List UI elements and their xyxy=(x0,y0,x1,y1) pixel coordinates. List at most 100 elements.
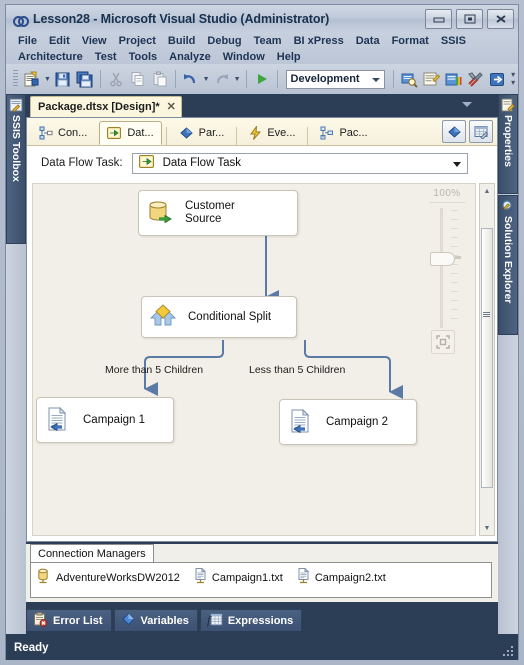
menu-bar: File Edit View Project Build Debug Team … xyxy=(6,32,518,64)
menu-item-architecture[interactable]: Architecture xyxy=(12,50,89,65)
menu-item-build[interactable]: Build xyxy=(162,34,202,49)
menu-item-ssis[interactable]: SSIS xyxy=(435,34,472,49)
zoom-slider-track[interactable] xyxy=(440,208,443,328)
start-debug-button[interactable] xyxy=(251,68,273,90)
tab-parameters[interactable]: Par... xyxy=(171,121,233,145)
save-all-button[interactable] xyxy=(74,68,96,90)
chevron-down-icon[interactable] xyxy=(462,102,472,107)
connection-managers-list[interactable]: AdventureWorksDW2012 Campaign1.txt Campa… xyxy=(30,562,492,598)
node-campaign-1[interactable]: Campaign 1 xyxy=(36,397,174,443)
undo-dropdown[interactable]: ▼ xyxy=(202,68,211,90)
variables-button[interactable] xyxy=(469,120,493,143)
properties-window-icon xyxy=(423,72,440,85)
redo-button[interactable] xyxy=(211,68,233,90)
parameters-button[interactable] xyxy=(442,120,466,143)
sidebar-item-ssis-toolbox[interactable]: SSIS Toolbox xyxy=(6,94,26,244)
menu-item-format[interactable]: Format xyxy=(386,34,435,49)
navigate-forward-button[interactable] xyxy=(486,68,508,90)
zoom-slider-thumb[interactable] xyxy=(430,252,455,266)
properties-icon xyxy=(501,98,515,112)
new-project-dropdown[interactable]: ▼ xyxy=(43,68,52,90)
tab-event-handlers[interactable]: Eve... xyxy=(241,121,303,145)
find-button[interactable] xyxy=(398,68,420,90)
chevron-down-icon[interactable] xyxy=(452,161,461,167)
list-item-campaign2-txt[interactable]: Campaign2.txt xyxy=(297,567,386,587)
toolbox-button[interactable] xyxy=(442,68,464,90)
save-icon xyxy=(55,72,70,86)
menu-item-team[interactable]: Team xyxy=(248,34,288,49)
minimize-button[interactable] xyxy=(425,9,452,29)
toolbar-overflow-button[interactable]: ▾ ▾ xyxy=(508,71,518,87)
tab-variables[interactable]: Variables xyxy=(113,609,198,631)
menu-item-tools[interactable]: Tools xyxy=(123,50,164,65)
data-flow-canvas[interactable]: Customer Source Conditional Split More t… xyxy=(32,183,476,536)
menu-row-2: Architecture Test Tools Analyze Window H… xyxy=(12,49,512,65)
tab-expressions[interactable]: f Expressions xyxy=(199,609,303,631)
paste-button[interactable] xyxy=(149,68,171,90)
toolbar-separator-5 xyxy=(393,70,395,88)
menu-item-project[interactable]: Project xyxy=(113,34,162,49)
tab-error-list[interactable]: Error List xyxy=(26,609,112,631)
close-button[interactable] xyxy=(487,9,514,29)
grid-pencil-icon xyxy=(474,125,488,139)
scrollbar-thumb[interactable] xyxy=(481,228,493,488)
scroll-up-icon[interactable]: ▲ xyxy=(480,184,494,198)
list-item-adventureworksdw2012[interactable]: AdventureWorksDW2012 xyxy=(37,568,180,587)
solution-explorer-icon xyxy=(502,200,515,213)
scroll-down-icon[interactable]: ▼ xyxy=(480,521,494,535)
new-project-button[interactable] xyxy=(21,68,43,90)
bottom-tool-tabs: Error List Variables f Expressions xyxy=(26,608,498,632)
properties-window-button[interactable] xyxy=(420,68,442,90)
right-dock-strip: Properties Solution Explorer xyxy=(498,94,518,634)
restore-button[interactable] xyxy=(456,9,483,29)
start-debug-icon xyxy=(257,74,267,84)
database-source-icon xyxy=(147,199,175,227)
sidebar-item-properties[interactable]: Properties xyxy=(498,94,518,194)
document-tab-label: Package.dtsx [Design]* xyxy=(38,101,160,113)
flat-file-connection-icon xyxy=(297,567,310,587)
list-item-campaign1-txt[interactable]: Campaign1.txt xyxy=(194,567,283,587)
document-tab-package-dtsx[interactable]: Package.dtsx [Design]* ✕ xyxy=(30,96,182,117)
fit-to-window-icon xyxy=(436,335,450,349)
tab-control-flow[interactable]: Con... xyxy=(31,121,95,145)
fit-to-window-button[interactable] xyxy=(431,330,455,354)
menu-item-bixpress[interactable]: BI xPress xyxy=(288,34,350,49)
canvas-vertical-scrollbar[interactable]: ▲ ▼ xyxy=(479,183,495,536)
menu-item-help[interactable]: Help xyxy=(271,50,307,65)
menu-item-debug[interactable]: Debug xyxy=(201,34,247,49)
solution-configuration-combo[interactable]: Development xyxy=(285,69,386,89)
tab-connection-managers[interactable]: Connection Managers xyxy=(30,544,154,562)
zoom-slider-marker xyxy=(455,256,461,259)
undo-button[interactable] xyxy=(180,68,202,90)
redo-icon xyxy=(216,74,229,84)
canvas-wrapper: Customer Source Conditional Split More t… xyxy=(27,180,497,541)
menu-item-data[interactable]: Data xyxy=(350,34,386,49)
menu-item-edit[interactable]: Edit xyxy=(43,34,76,49)
menu-item-window[interactable]: Window xyxy=(217,50,271,65)
node-campaign-2[interactable]: Campaign 2 xyxy=(279,399,417,445)
menu-item-view[interactable]: View xyxy=(76,34,113,49)
parameters-icon xyxy=(179,126,194,140)
find-icon xyxy=(401,73,418,88)
menu-item-file[interactable]: File xyxy=(12,34,43,49)
save-all-icon xyxy=(76,71,93,87)
menu-item-test[interactable]: Test xyxy=(89,50,123,65)
tab-data-flow[interactable]: Dat... xyxy=(99,121,162,145)
close-icon[interactable]: ✕ xyxy=(167,102,176,113)
data-flow-task-row: Data Flow Task: Data Flow Task xyxy=(27,146,497,180)
save-button[interactable] xyxy=(52,68,74,90)
menu-item-analyze[interactable]: Analyze xyxy=(163,50,217,65)
redo-dropdown[interactable]: ▼ xyxy=(233,68,242,90)
visual-studio-window: Lesson28 - Microsoft Visual Studio (Admi… xyxy=(0,0,524,665)
zoom-control[interactable]: 100% xyxy=(425,188,469,354)
data-flow-task-combo[interactable]: Data Flow Task xyxy=(131,152,468,174)
sidebar-item-solution-explorer[interactable]: Solution Explorer xyxy=(498,195,518,335)
options-button[interactable] xyxy=(464,68,486,90)
copy-button[interactable] xyxy=(127,68,149,90)
node-conditional-split[interactable]: Conditional Split xyxy=(141,296,297,338)
toolbar-grip[interactable] xyxy=(13,70,18,88)
cut-button[interactable] xyxy=(105,68,127,90)
resize-grip-icon[interactable] xyxy=(502,645,514,657)
node-customer-source[interactable]: Customer Source xyxy=(138,190,298,236)
tab-package-explorer[interactable]: Pac... xyxy=(312,121,375,145)
